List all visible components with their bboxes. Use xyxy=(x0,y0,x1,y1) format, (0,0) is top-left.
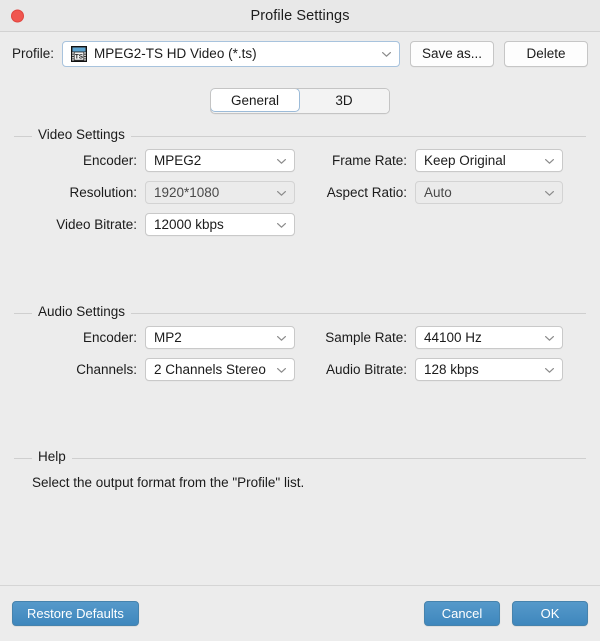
audio-bitrate-field: Audio Bitrate: 128 kbps xyxy=(304,358,563,381)
tab-bar: General 3D xyxy=(0,88,600,114)
save-as-button[interactable]: Save as... xyxy=(410,40,494,67)
chevron-down-icon xyxy=(545,158,554,164)
title-bar: Profile Settings xyxy=(0,0,600,32)
sample-rate-field: Sample Rate: 44100 Hz xyxy=(304,326,563,349)
frame-rate-label: Frame Rate: xyxy=(331,153,407,168)
aspect-ratio-field: Aspect Ratio: Auto xyxy=(304,181,563,204)
channels-value: 2 Channels Stereo xyxy=(154,362,266,377)
video-bitrate-label: Video Bitrate: xyxy=(56,217,137,232)
video-encoder-field: Encoder: MPEG2 xyxy=(14,149,304,172)
frame-rate-select[interactable]: Keep Original xyxy=(415,149,563,172)
audio-settings-group: Audio Settings Encoder: MP2 Sample Rate:… xyxy=(14,304,586,436)
profile-selected-value: MPEG2-TS HD Video (*.ts) xyxy=(94,46,257,61)
audio-row-2: Channels: 2 Channels Stereo Audio Bitrat… xyxy=(14,358,586,381)
ts-video-file-icon: TS xyxy=(71,45,88,62)
video-bitrate-value: 12000 kbps xyxy=(154,217,224,232)
close-icon[interactable] xyxy=(11,9,24,22)
video-encoder-label: Encoder: xyxy=(82,153,137,168)
chevron-down-icon xyxy=(277,367,286,373)
video-group-spacer xyxy=(14,245,586,291)
video-row-3: Video Bitrate: 12000 kbps xyxy=(14,213,586,236)
resolution-value: 1920*1080 xyxy=(154,185,220,200)
audio-bitrate-value: 128 kbps xyxy=(424,362,479,377)
profile-label: Profile: xyxy=(12,46,55,61)
video-bitrate-select[interactable]: 12000 kbps xyxy=(145,213,295,236)
dialog-footer: Restore Defaults Cancel OK xyxy=(0,585,600,641)
video-bitrate-field: Video Bitrate: 12000 kbps xyxy=(14,213,304,236)
channels-select[interactable]: 2 Channels Stereo xyxy=(145,358,295,381)
audio-encoder-label: Encoder: xyxy=(82,330,137,345)
video-encoder-value: MPEG2 xyxy=(154,153,202,168)
tab-3d[interactable]: 3D xyxy=(299,89,389,113)
aspect-ratio-label: Aspect Ratio: xyxy=(326,185,407,200)
help-text: Select the output format from the "Profi… xyxy=(32,475,305,490)
channels-label: Channels: xyxy=(76,362,137,377)
profile-row: Profile: TS MPEG2-TS HD Video (*.ts) Sav… xyxy=(0,35,600,72)
chevron-down-icon xyxy=(545,367,554,373)
chevron-down-icon xyxy=(382,51,391,57)
settings-content: Video Settings Encoder: MPEG2 Frame Rate… xyxy=(0,114,600,585)
chevron-down-icon xyxy=(277,190,286,196)
sample-rate-select[interactable]: 44100 Hz xyxy=(415,326,563,349)
resolution-field: Resolution: 1920*1080 xyxy=(14,181,304,204)
sample-rate-value: 44100 Hz xyxy=(424,330,482,345)
frame-rate-field: Frame Rate: Keep Original xyxy=(304,149,563,172)
audio-settings-title: Audio Settings xyxy=(32,304,132,319)
audio-bitrate-select[interactable]: 128 kbps xyxy=(415,358,563,381)
ok-button[interactable]: OK xyxy=(512,601,588,626)
tab-general[interactable]: General xyxy=(211,89,300,112)
audio-row-1: Encoder: MP2 Sample Rate: 44100 Hz xyxy=(14,326,586,349)
frame-rate-value: Keep Original xyxy=(424,153,506,168)
aspect-ratio-select[interactable]: Auto xyxy=(415,181,563,204)
group-divider: Video Settings xyxy=(14,127,586,142)
video-settings-group: Video Settings Encoder: MPEG2 Frame Rate… xyxy=(14,127,586,291)
profile-settings-dialog: Profile Settings Profile: TS MPEG2-TS HD… xyxy=(0,0,600,641)
chevron-down-icon xyxy=(545,335,554,341)
svg-text:TS: TS xyxy=(75,53,84,60)
channels-field: Channels: 2 Channels Stereo xyxy=(14,358,304,381)
video-encoder-select[interactable]: MPEG2 xyxy=(145,149,295,172)
cancel-button[interactable]: Cancel xyxy=(424,601,500,626)
chevron-down-icon xyxy=(545,190,554,196)
profile-select[interactable]: TS MPEG2-TS HD Video (*.ts) xyxy=(62,40,400,67)
help-title: Help xyxy=(32,449,72,464)
group-divider: Audio Settings xyxy=(14,304,586,319)
audio-encoder-select[interactable]: MP2 xyxy=(145,326,295,349)
audio-encoder-value: MP2 xyxy=(154,330,182,345)
resolution-select[interactable]: 1920*1080 xyxy=(145,181,295,204)
video-settings-title: Video Settings xyxy=(32,127,131,142)
help-group: Help Select the output format from the "… xyxy=(14,449,586,490)
chevron-down-icon xyxy=(277,222,286,228)
chevron-down-icon xyxy=(277,335,286,341)
audio-encoder-field: Encoder: MP2 xyxy=(14,326,304,349)
delete-button[interactable]: Delete xyxy=(504,40,588,67)
chevron-down-icon xyxy=(277,158,286,164)
audio-group-spacer xyxy=(14,390,586,436)
sample-rate-label: Sample Rate: xyxy=(325,330,407,345)
resolution-label: Resolution: xyxy=(69,185,137,200)
video-row-1: Encoder: MPEG2 Frame Rate: Keep Original xyxy=(14,149,586,172)
video-row-2: Resolution: 1920*1080 Aspect Ratio: Auto xyxy=(14,181,586,204)
restore-defaults-button[interactable]: Restore Defaults xyxy=(12,601,139,626)
aspect-ratio-value: Auto xyxy=(424,185,452,200)
audio-bitrate-label: Audio Bitrate: xyxy=(325,362,407,377)
page-title: Profile Settings xyxy=(250,7,350,24)
group-divider: Help xyxy=(14,449,586,464)
